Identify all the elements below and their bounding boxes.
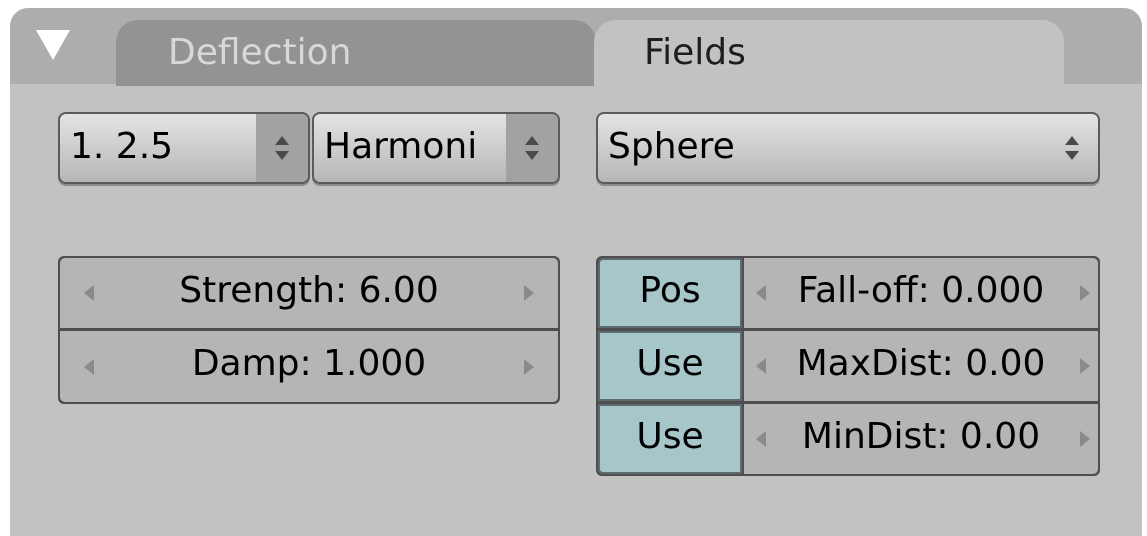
falloff-value: Fall-off: 0.000 xyxy=(797,270,1045,311)
right-arrow-icon xyxy=(1080,358,1090,374)
mindist-value: MinDist: 0.00 xyxy=(801,416,1041,457)
right-arrow-icon xyxy=(524,285,534,301)
strength-value: Strength: 6.00 xyxy=(179,270,439,311)
maxdist-value: MaxDist: 0.00 xyxy=(796,343,1046,384)
triangle-down-icon xyxy=(36,30,70,60)
falloff-field[interactable]: Fall-off: 0.000 xyxy=(744,258,1098,328)
falloff-mode-select[interactable]: Harmoni xyxy=(312,112,560,184)
use-maxdist-label: Use xyxy=(636,343,704,384)
use-mindist-toggle[interactable]: Use xyxy=(598,404,742,474)
maxdist-field[interactable]: MaxDist: 0.00 xyxy=(744,331,1098,401)
use-mindist-label: Use xyxy=(636,416,704,457)
tab-deflection-label: Deflection xyxy=(168,32,352,73)
right-arrow-icon xyxy=(1080,285,1090,301)
falloff-mode-value: Harmoni xyxy=(324,126,478,167)
pos-toggle[interactable]: Pos xyxy=(598,258,742,328)
up-down-arrow-icon xyxy=(256,114,308,182)
right-arrow-icon xyxy=(1080,431,1090,447)
tab-deflection[interactable]: Deflection xyxy=(116,20,596,86)
damp-field[interactable]: Damp: 1.000 xyxy=(60,331,558,402)
version-select-value: 1. 2.5 xyxy=(70,126,174,167)
strength-field[interactable]: Strength: 6.00 xyxy=(60,258,558,328)
up-down-arrow-icon xyxy=(506,114,558,182)
right-arrow-icon xyxy=(524,358,534,375)
panel-collapse-button[interactable] xyxy=(30,22,86,76)
mindist-field[interactable]: MinDist: 0.00 xyxy=(744,404,1098,474)
pos-toggle-label: Pos xyxy=(639,270,701,311)
use-maxdist-toggle[interactable]: Use xyxy=(598,331,742,401)
shape-select-value: Sphere xyxy=(608,126,735,167)
damp-value: Damp: 1.000 xyxy=(191,343,427,384)
up-down-arrow-icon xyxy=(1046,114,1098,182)
tab-fields[interactable]: Fields xyxy=(594,20,1064,86)
tab-fields-label: Fields xyxy=(644,32,746,73)
shape-select[interactable]: Sphere xyxy=(596,112,1100,184)
version-select[interactable]: 1. 2.5 xyxy=(58,112,310,184)
